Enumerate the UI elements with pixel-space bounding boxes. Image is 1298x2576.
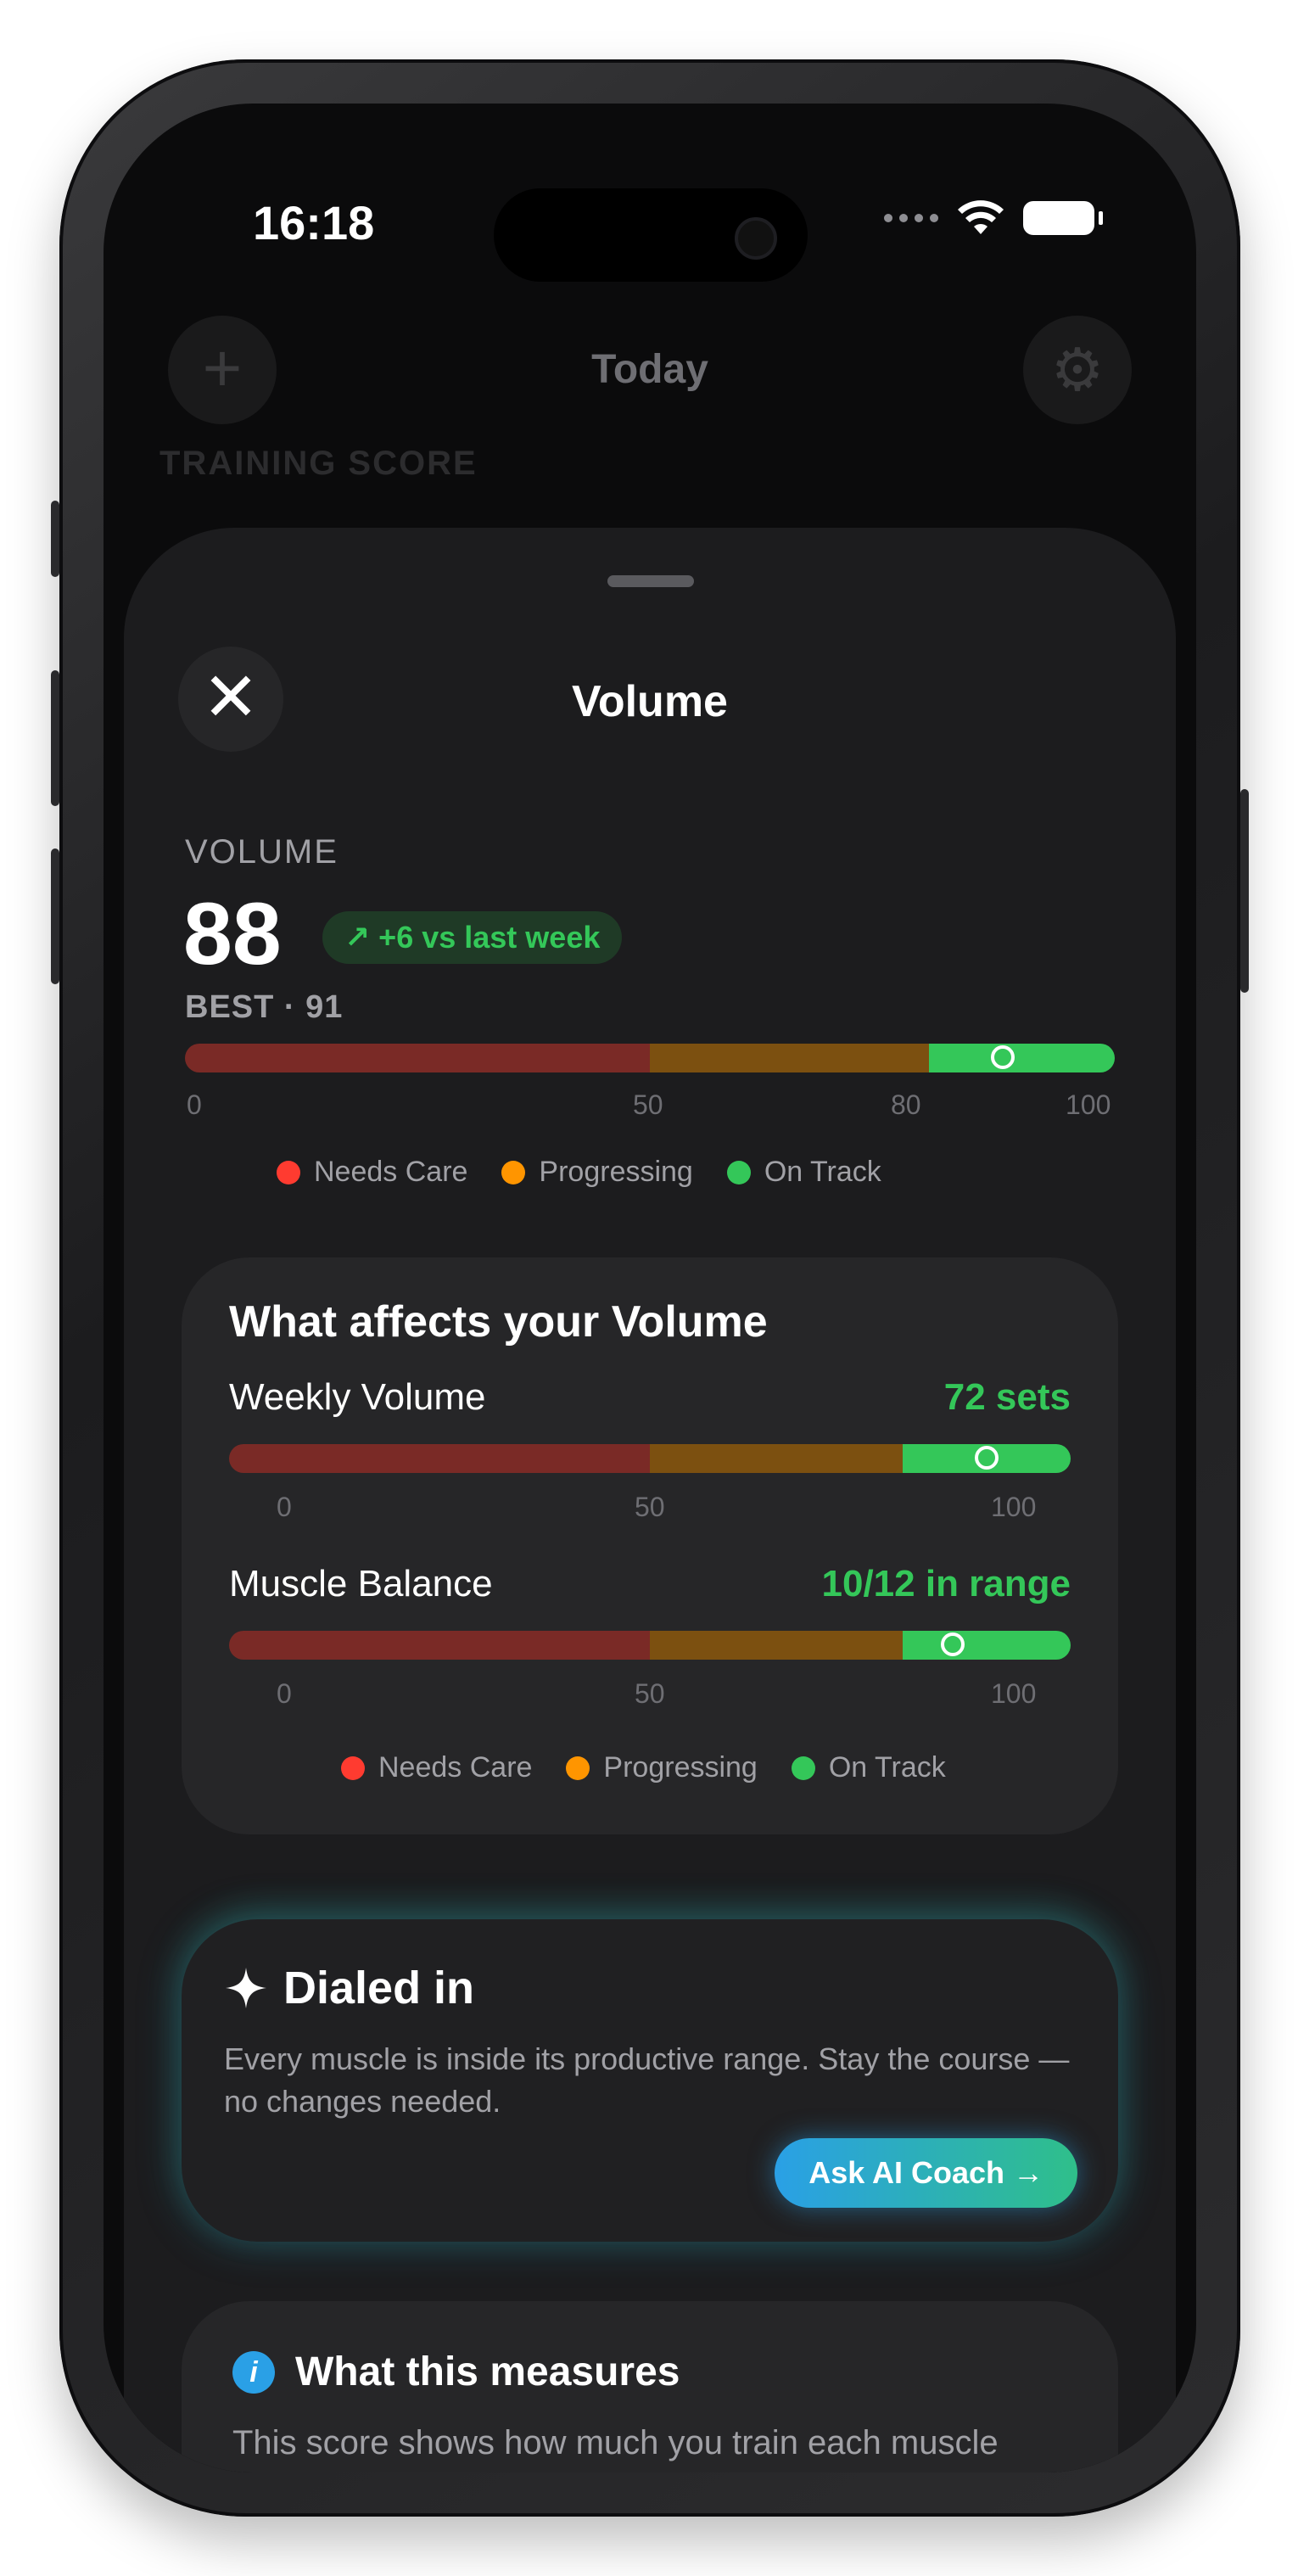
legend-label: Progressing: [603, 1751, 758, 1784]
measures-heading: i What this measures: [232, 2349, 680, 2395]
muscle-balance-value: 10/12 in range: [821, 1563, 1071, 1604]
measures-title: What this measures: [295, 2349, 680, 2394]
progressing-segment: [650, 1631, 903, 1660]
weekly-volume-label: Weekly Volume: [229, 1376, 486, 1418]
legend-label: Needs Care: [314, 1156, 468, 1188]
orange-dot-icon: [501, 1160, 526, 1184]
gear-icon: ⚙: [1050, 337, 1105, 403]
measures-text: This score shows how much you train each…: [232, 2424, 1064, 2472]
tick-label: 0: [277, 1492, 292, 1522]
tick-label: 0: [277, 1678, 292, 1709]
legend-item-on-track: On Track: [726, 1156, 881, 1189]
factors-legend: Needs Care Progressing On Track: [341, 1751, 946, 1784]
power-button: [1240, 789, 1249, 993]
volume-down-button: [51, 848, 59, 984]
tick-label: 100: [991, 1492, 1037, 1522]
tick-label: 50: [635, 1492, 665, 1522]
sheet-title: Volume: [572, 677, 728, 726]
settings-button[interactable]: ⚙: [1023, 316, 1132, 424]
tick-label: 100: [1066, 1089, 1111, 1120]
volume-up-button: [51, 670, 59, 806]
weekly-volume-marker: [974, 1446, 999, 1470]
green-dot-icon: [726, 1160, 751, 1184]
legend-item-on-track: On Track: [791, 1751, 946, 1784]
volume-label: VOLUME: [185, 833, 338, 871]
muscle-balance-marker: [941, 1632, 965, 1656]
orange-dot-icon: [566, 1756, 590, 1780]
phone-frame: 16:18 + Today ⚙ TRAINING SCORE 83 ✕ Volu…: [51, 59, 1249, 2517]
info-icon: i: [232, 2350, 275, 2394]
progressing-segment: [650, 1044, 929, 1072]
needs-care-segment: [229, 1444, 650, 1473]
legend-item-progressing: Progressing: [501, 1156, 693, 1189]
tick-label: 0: [187, 1089, 202, 1120]
legend-item-needs-care: Needs Care: [341, 1751, 532, 1784]
ask-ai-coach-button[interactable]: Ask AI Coach →: [775, 2138, 1077, 2208]
weekly-volume-bar: [229, 1444, 1071, 1473]
weekly-volume-value: 72 sets: [943, 1376, 1071, 1418]
factors-title: What affects your Volume: [229, 1297, 768, 1347]
legend-label: On Track: [764, 1156, 881, 1188]
factors-card: What affects your Volume Weekly Volume 7…: [182, 1257, 1118, 1834]
volume-legend: Needs Care Progressing On Track: [277, 1156, 881, 1189]
tick-label: 100: [991, 1678, 1037, 1709]
best-score: BEST · 91: [185, 989, 344, 1025]
tick-label: 50: [635, 1678, 665, 1709]
weekly-delta-badge: ↗ +6 vs last week: [322, 911, 623, 964]
insight-heading: Dialed in: [224, 1962, 474, 2014]
legend-label: Progressing: [539, 1156, 693, 1188]
red-dot-icon: [277, 1160, 300, 1184]
tick-label: 50: [633, 1089, 663, 1120]
progressing-segment: [650, 1444, 903, 1473]
insight-text: Every muscle is inside its productive ra…: [224, 2041, 1070, 2119]
needs-care-segment: [229, 1631, 650, 1660]
training-score-label: TRAINING SCORE: [159, 445, 478, 482]
tick-label: 80: [891, 1089, 921, 1120]
on-track-segment: [928, 1044, 1115, 1072]
needs-care-segment: [185, 1044, 650, 1072]
insight-title: Dialed in: [283, 1963, 475, 2013]
screen: 16:18 + Today ⚙ TRAINING SCORE 83 ✕ Volu…: [104, 104, 1196, 2472]
mute-switch: [51, 501, 59, 577]
volume-value: 88: [183, 885, 282, 983]
sparkle-icon: [226, 1968, 266, 2008]
insight-card: Dialed in Every muscle is inside its pro…: [182, 1919, 1118, 2242]
legend-label: On Track: [828, 1751, 946, 1784]
volume-sheet: ✕ Volume VOLUME 88 ↗ +6 vs last week BES…: [124, 528, 1176, 2472]
legend-label: Needs Care: [378, 1751, 533, 1784]
volume-score-bar: [185, 1044, 1115, 1072]
green-dot-icon: [791, 1756, 815, 1780]
what-this-measures-card: i What this measures This score shows ho…: [182, 2301, 1118, 2472]
red-dot-icon: [341, 1756, 365, 1780]
legend-item-progressing: Progressing: [566, 1751, 758, 1784]
sheet-grabber[interactable]: [607, 575, 694, 587]
on-track-segment: [902, 1631, 1071, 1660]
muscle-balance-label: Muscle Balance: [229, 1563, 493, 1604]
legend-item-needs-care: Needs Care: [277, 1156, 467, 1189]
